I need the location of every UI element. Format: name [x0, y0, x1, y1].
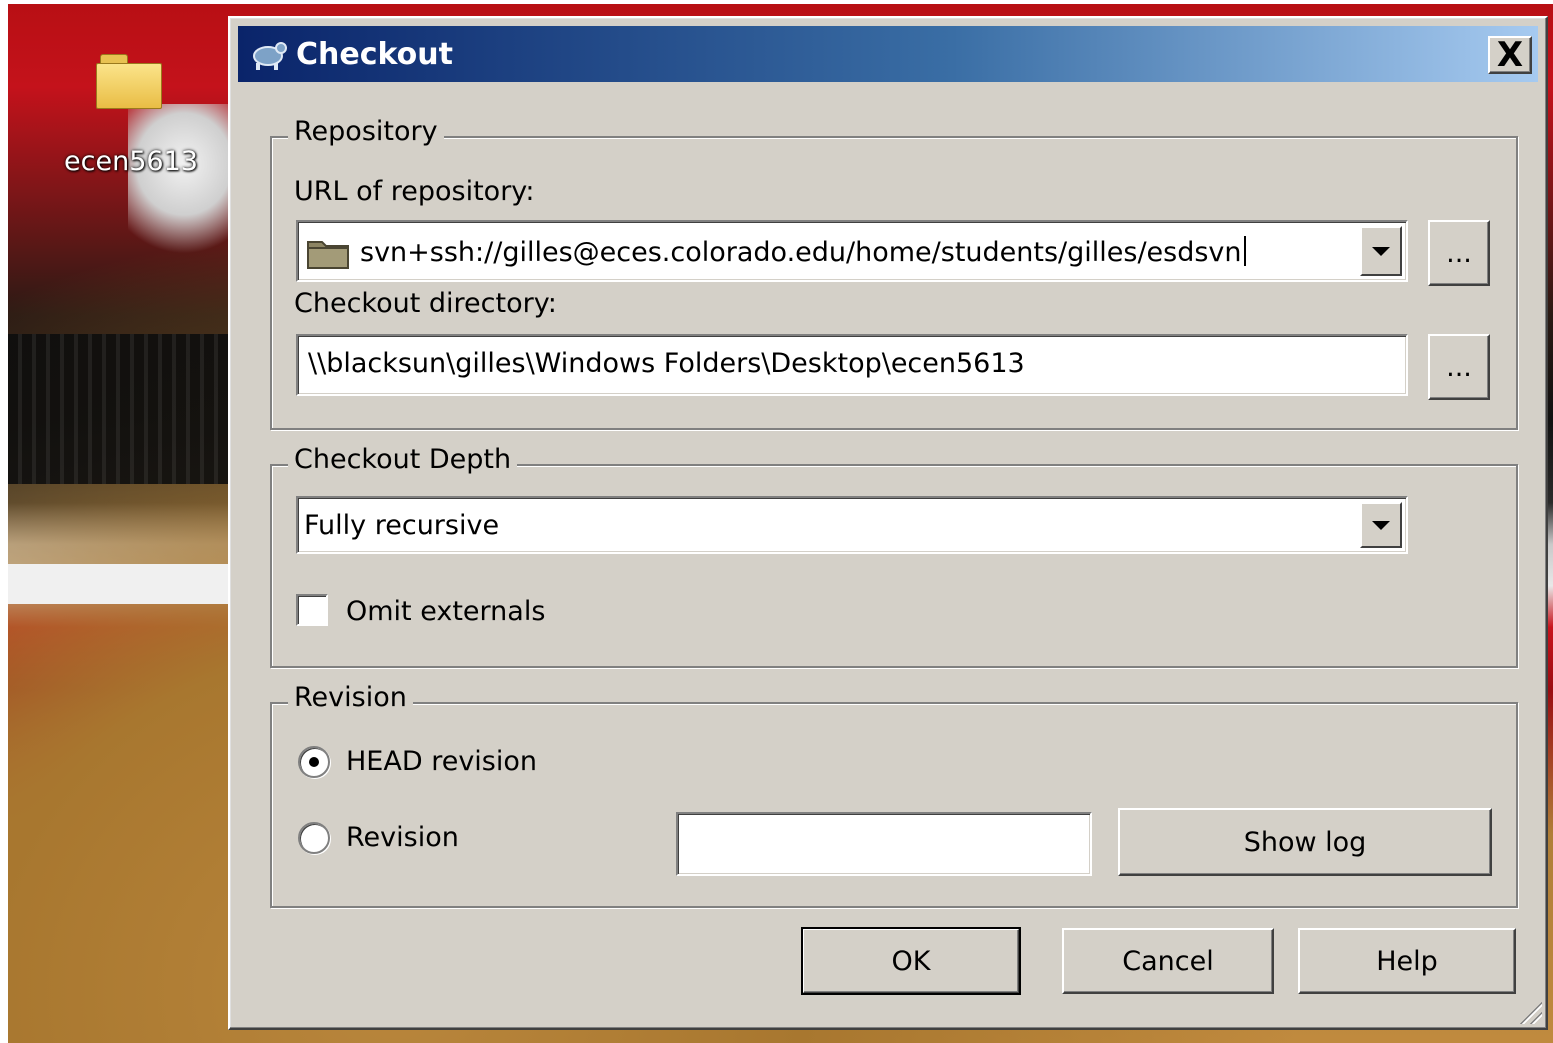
radio-selected-dot: [309, 757, 319, 767]
revision-label[interactable]: Revision: [346, 822, 459, 853]
checkout-dialog: Checkout X Repository URL of repository:…: [228, 16, 1548, 1030]
chevron-down-icon: [1372, 246, 1390, 256]
cancel-button[interactable]: Cancel: [1062, 928, 1274, 994]
depth-dropdown-button[interactable]: [1360, 502, 1402, 548]
url-dropdown-button[interactable]: [1360, 226, 1402, 276]
title-bar[interactable]: Checkout X: [238, 26, 1538, 82]
url-label: URL of repository:: [294, 176, 535, 207]
wallpaper-stripe: [8, 564, 238, 604]
url-value: svn+ssh://gilles@eces.colorado.edu/home/…: [360, 236, 1246, 268]
repository-legend: Repository: [288, 116, 444, 147]
head-revision-label[interactable]: HEAD revision: [346, 746, 537, 777]
wallpaper-grille: [8, 334, 238, 484]
checkout-depth-legend: Checkout Depth: [288, 444, 518, 475]
revision-number-input[interactable]: [676, 812, 1092, 876]
resize-grip-icon[interactable]: [1514, 996, 1542, 1024]
revision-radio[interactable]: [298, 822, 330, 854]
revision-legend: Revision: [288, 682, 413, 713]
desktop-folder-shortcut[interactable]: ecen5613: [56, 54, 206, 177]
tortoise-app-icon: [253, 42, 287, 70]
checkout-directory-input[interactable]: \\blacksun\gilles\Windows Folders\Deskto…: [296, 334, 1408, 396]
desktop-icon-label: ecen5613: [64, 146, 198, 177]
checkout-depth-group: Checkout Depth Fully recursive Omit exte…: [270, 444, 1518, 668]
revision-group: Revision HEAD revision Revision Show log: [270, 682, 1518, 908]
checkout-directory-value: \\blacksun\gilles\Windows Folders\Deskto…: [308, 348, 1025, 379]
url-browse-button[interactable]: ...: [1428, 220, 1490, 286]
omit-externals-checkbox[interactable]: [296, 594, 328, 626]
repository-group: Repository URL of repository: svn+ssh://…: [270, 116, 1518, 430]
dialog-title: Checkout: [296, 36, 453, 72]
url-combobox[interactable]: svn+ssh://gilles@eces.colorado.edu/home/…: [296, 220, 1408, 282]
chevron-down-icon: [1372, 520, 1390, 530]
show-log-button[interactable]: Show log: [1118, 808, 1492, 876]
ok-button[interactable]: OK: [801, 927, 1021, 995]
head-revision-radio[interactable]: [298, 746, 330, 778]
help-button[interactable]: Help: [1298, 928, 1516, 994]
folder-icon: [96, 54, 166, 112]
checkout-directory-label: Checkout directory:: [294, 288, 557, 319]
directory-browse-button[interactable]: ...: [1428, 334, 1490, 400]
url-text: svn+ssh://gilles@eces.colorado.edu/home/…: [360, 237, 1242, 268]
depth-selected-value: Fully recursive: [304, 510, 500, 541]
close-icon: X: [1496, 35, 1524, 75]
omit-externals-label[interactable]: Omit externals: [346, 596, 545, 627]
close-button[interactable]: X: [1488, 36, 1532, 74]
text-cursor: [1243, 236, 1246, 266]
folder-icon: [307, 241, 349, 269]
depth-select[interactable]: Fully recursive: [296, 496, 1408, 554]
